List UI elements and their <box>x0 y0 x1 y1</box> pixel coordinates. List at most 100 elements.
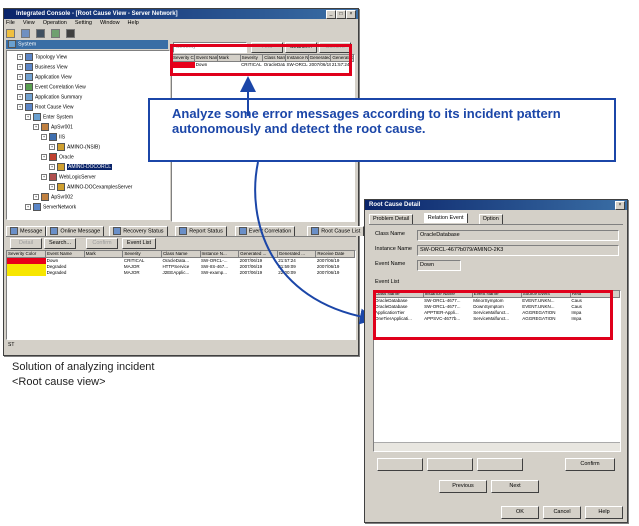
previous-button[interactable]: Previous <box>439 480 487 493</box>
menu-item-help[interactable]: Help <box>128 20 139 26</box>
table-cell <box>7 270 46 276</box>
tree-node-label: ApSvr002 <box>51 194 73 201</box>
expand-toggle-icon[interactable]: + <box>49 164 55 170</box>
instance-name-label: Instance Name <box>375 246 412 252</box>
close-button[interactable]: × <box>346 10 356 19</box>
dialog-close-button[interactable]: × <box>615 201 625 210</box>
tree-node-label: Enter System <box>43 114 74 121</box>
tab-label: Online Message <box>60 228 101 235</box>
tab-message[interactable]: Message <box>6 226 47 236</box>
tree-node[interactable]: + Topology View <box>17 53 67 61</box>
detail-button[interactable]: Detail <box>10 238 42 249</box>
tree-node[interactable]: + Business View <box>17 63 67 71</box>
tab-label: Message <box>20 228 43 235</box>
dialog-blank-button-2[interactable] <box>427 458 473 471</box>
expand-toggle-icon[interactable]: + <box>25 114 31 120</box>
menu-item-operation[interactable]: Operation <box>43 20 67 26</box>
dialog-blank-button-3[interactable] <box>477 458 523 471</box>
tree-node[interactable]: + ServerNetwork <box>25 203 76 211</box>
help-icon[interactable] <box>66 29 75 38</box>
menu-item-setting[interactable]: Setting <box>75 20 92 26</box>
db-icon <box>57 163 65 171</box>
business-icon <box>25 63 33 71</box>
table-row[interactable]: Degraded MAJOR J2EEApplic... SW-examp... 200… <box>7 270 355 276</box>
maximize-button[interactable]: □ <box>336 10 346 19</box>
status-bar: ST <box>8 342 15 348</box>
tab-event-correlation[interactable]: Event Correlation <box>234 226 296 236</box>
menu-item-view[interactable]: View <box>23 20 35 26</box>
event-list-button[interactable]: Event List <box>122 238 156 249</box>
tree-node[interactable]: + IIS <box>41 133 65 141</box>
tree-node-label: AMINO-DOCexamplesServer <box>67 184 133 191</box>
tab-recovery-status[interactable]: Recovery Status <box>109 226 168 236</box>
dialog-tab-relation-event[interactable]: Relation Event <box>423 213 468 223</box>
tree-node-label: AMINO-DOCORCL <box>67 164 113 171</box>
tree-node[interactable]: + Application Summary <box>17 93 82 101</box>
ok-button[interactable]: OK <box>501 506 539 519</box>
expand-toggle-icon[interactable]: + <box>41 134 47 140</box>
tree-icon[interactable] <box>51 29 60 38</box>
print-icon[interactable] <box>21 29 30 38</box>
tree-node[interactable]: + Enter System <box>25 113 73 121</box>
system-icon <box>33 113 41 121</box>
minimize-button[interactable]: _ <box>326 10 336 19</box>
expand-toggle-icon[interactable]: + <box>33 194 39 200</box>
confirm-bottom-button[interactable]: Confirm <box>86 238 118 249</box>
menu-bar: File View Operation Setting Window Help <box>6 20 356 28</box>
tree-node[interactable]: + Oracle <box>41 153 74 161</box>
table-header-row: Severity ColorEvent NameMarkSeverityClas… <box>7 251 355 258</box>
tab-label: Report Status <box>189 228 223 235</box>
expand-toggle-icon[interactable]: + <box>41 174 47 180</box>
tab-root-cause-list[interactable]: Root Cause List <box>307 226 365 236</box>
tree-node[interactable]: + AMINO-DOCexamplesServer <box>49 183 132 191</box>
tab-icon <box>311 227 320 235</box>
tree-node[interactable]: + AMINO-DOCORCL <box>49 163 113 171</box>
dialog-tab-problem-detail[interactable]: Problem Detail <box>369 214 414 224</box>
dialog-blank-button-1[interactable] <box>377 458 423 471</box>
tree-node[interactable]: + Application View <box>17 73 72 81</box>
expand-toggle-icon[interactable]: + <box>17 64 23 70</box>
open-icon[interactable] <box>6 29 15 38</box>
search-bottom-button[interactable]: Search... <box>44 238 76 249</box>
callout-text: Analyze some error messages according to… <box>172 106 561 136</box>
table-cell: 2007/06/19 <box>316 270 340 275</box>
tree-node[interactable]: + ApSvr002 <box>33 193 73 201</box>
expand-toggle-icon[interactable]: + <box>25 204 31 210</box>
tree-node[interactable]: + WebLogicServer <box>41 173 96 181</box>
tab-icon <box>238 227 247 235</box>
root-cause-detail-dialog: Root Cause Detail × Problem Detail Relati… <box>364 199 628 523</box>
dialog-list-scrollbar[interactable] <box>374 442 620 451</box>
tree-node-label: Application Summary <box>35 94 83 101</box>
expand-toggle-icon[interactable]: + <box>17 84 23 90</box>
menu-item-file[interactable]: File <box>6 20 15 26</box>
dialog-confirm-button[interactable]: Confirm <box>565 458 615 471</box>
expand-toggle-icon[interactable]: + <box>49 184 55 190</box>
expand-toggle-icon[interactable]: + <box>41 154 47 160</box>
menu-item-window[interactable]: Window <box>100 20 120 26</box>
expand-toggle-icon[interactable]: + <box>49 144 55 150</box>
expand-toggle-icon[interactable]: + <box>17 74 23 80</box>
tree-node-label: Event Correlation View <box>35 84 86 91</box>
highlight-top-table <box>170 44 352 76</box>
tree-node[interactable]: + ApSvr001 <box>33 123 73 131</box>
next-button[interactable]: Next <box>491 480 539 493</box>
caption-line-1: Solution of analyzing incident <box>12 361 155 373</box>
tree-node-label: IIS <box>59 134 66 141</box>
tree-node-label: Application View <box>35 74 72 81</box>
system-tree[interactable]: + Topology View + Business View + Application… <box>6 50 170 220</box>
db-icon <box>57 143 65 151</box>
cancel-button[interactable]: Cancel <box>543 506 581 519</box>
expand-toggle-icon[interactable]: + <box>17 104 23 110</box>
tree-node[interactable]: + Root Cause View <box>17 103 74 111</box>
home-icon[interactable] <box>36 29 45 38</box>
expand-toggle-icon[interactable]: + <box>17 94 23 100</box>
tab-report-status[interactable]: Report Status <box>175 226 227 236</box>
tab-online-message[interactable]: Online Message <box>46 226 105 236</box>
class-name-field: OracleDatabase <box>417 230 619 241</box>
expand-toggle-icon[interactable]: + <box>17 54 23 60</box>
tree-node[interactable]: + AMINO-(NSIB) <box>49 143 100 151</box>
tree-node[interactable]: + Event Correlation View <box>17 83 86 91</box>
expand-toggle-icon[interactable]: + <box>33 124 39 130</box>
help-button[interactable]: Help <box>585 506 623 519</box>
dialog-tab-option[interactable]: Option <box>478 214 503 224</box>
